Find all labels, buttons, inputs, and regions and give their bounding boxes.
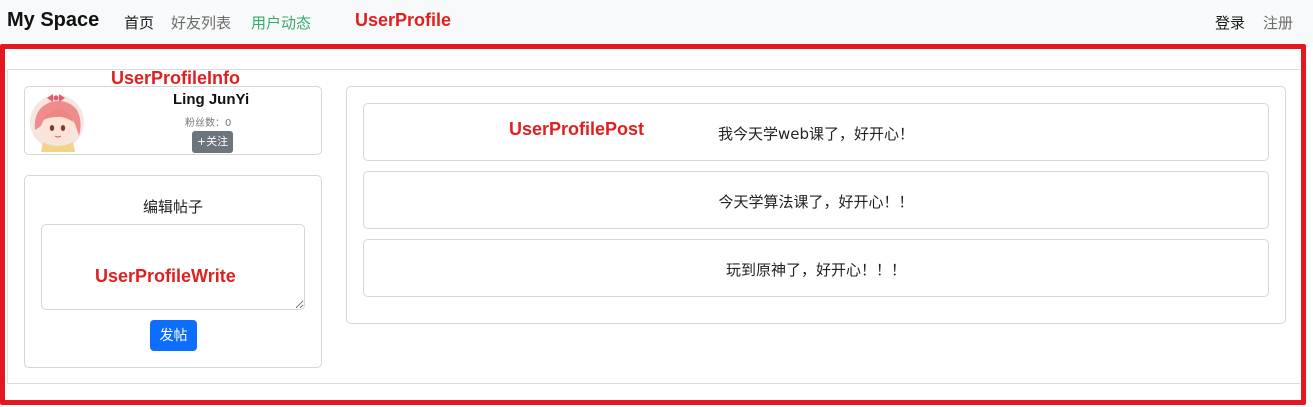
post-text: 今天学算法课了，好开心！！ <box>718 193 914 211</box>
fans-label: 粉丝数： <box>185 118 225 129</box>
profile-username: Ling JunYi <box>173 91 250 108</box>
annotation-user-profile-write: UserProfileWrite <box>95 266 236 286</box>
post-text: 我今天学web课了，好开心！ <box>717 125 915 143</box>
follow-button[interactable]: +关注 <box>192 131 233 153</box>
post-text: 玩到原神了，好开心！！！ <box>725 261 906 279</box>
annotation-user-profile: UserProfile <box>355 10 452 30</box>
post-item[interactable]: 我今天学web课了，好开心！ <box>363 103 1269 161</box>
nav-link-login[interactable]: 登录 <box>1215 12 1245 33</box>
nav-link-friends[interactable]: 好友列表 <box>171 12 231 33</box>
anime-girl-avatar-icon <box>30 94 84 152</box>
nav-link-register[interactable]: 注册 <box>1263 12 1293 33</box>
fans-count: 0 <box>225 118 232 129</box>
fans-count-row: 粉丝数：0 <box>185 114 231 129</box>
write-title: 编辑帖子 <box>142 198 203 216</box>
annotation-user-profile-info: UserProfileInfo <box>111 68 241 88</box>
nav-link-home[interactable]: 首页 <box>124 12 154 33</box>
top-navbar: My Space 首页 好友列表 用户动态 登录 注册 <box>0 0 1313 43</box>
post-item[interactable]: 玩到原神了，好开心！！！ <box>363 239 1269 297</box>
nav-link-feed[interactable]: 用户动态 <box>251 12 311 33</box>
post-item[interactable]: 今天学算法课了，好开心！！ <box>363 171 1269 229</box>
profile-posts-card: 我今天学web课了，好开心！ 今天学算法课了，好开心！！ 玩到原神了，好开心！！… <box>346 86 1286 324</box>
profile-info-card: Ling JunYi 粉丝数：0 +关注 <box>24 86 322 155</box>
publish-post-button[interactable]: 发帖 <box>150 320 197 351</box>
annotation-user-profile-post: UserProfilePost <box>509 119 645 139</box>
brand-logo[interactable]: My Space <box>7 9 99 32</box>
